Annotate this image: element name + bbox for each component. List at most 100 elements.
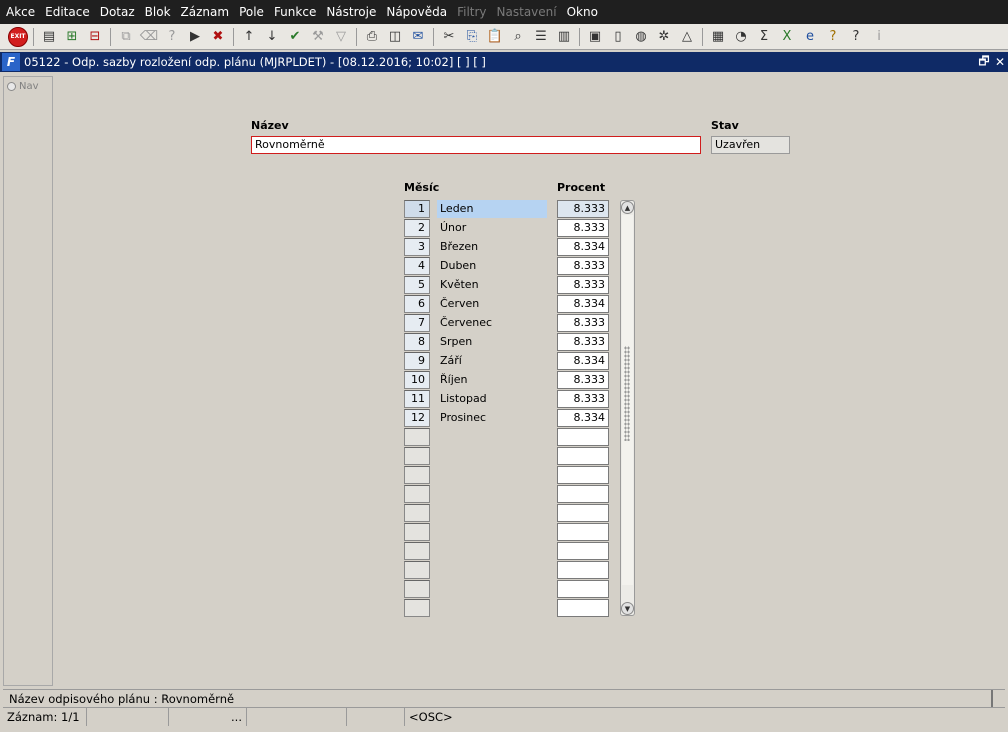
month-number-field[interactable]: 4: [404, 257, 430, 275]
menu-item-3[interactable]: Blok: [145, 5, 171, 19]
save-icon[interactable]: ▤: [39, 27, 59, 47]
filter-icon[interactable]: ▽: [331, 27, 351, 47]
menu-item-1[interactable]: Editace: [45, 5, 90, 19]
menu-item-4[interactable]: Záznam: [181, 5, 230, 19]
copy-icon[interactable]: ⎘: [462, 27, 482, 47]
excel-icon[interactable]: X: [777, 27, 797, 47]
mail-icon[interactable]: ✉: [408, 27, 428, 47]
ie-icon[interactable]: e: [800, 27, 820, 47]
percent-field[interactable]: [557, 561, 609, 579]
document-icon[interactable]: ▯: [608, 27, 628, 47]
month-number-field[interactable]: 1: [404, 200, 430, 218]
stav-field[interactable]: Uzavřen: [711, 136, 790, 154]
menu-item-7[interactable]: Nástroje: [326, 5, 376, 19]
sort-asc-icon[interactable]: ↑: [239, 27, 259, 47]
percent-field[interactable]: [557, 599, 609, 617]
duplicate-icon[interactable]: ⧉: [116, 27, 136, 47]
indent-icon[interactable]: ☰: [531, 27, 551, 47]
menu-item-8[interactable]: Nápověda: [386, 5, 447, 19]
percent-field[interactable]: 8.333: [557, 219, 609, 237]
columns-icon[interactable]: ▥: [554, 27, 574, 47]
delete-record-icon[interactable]: ⊟: [85, 27, 105, 47]
info-icon[interactable]: i: [869, 27, 889, 47]
query-icon[interactable]: ?: [162, 27, 182, 47]
globe-icon[interactable]: ◍: [631, 27, 651, 47]
scroll-up-icon[interactable]: ▲: [621, 201, 634, 214]
percent-field[interactable]: 8.334: [557, 352, 609, 370]
month-number-field[interactable]: 3: [404, 238, 430, 256]
percent-field[interactable]: 8.333: [557, 200, 609, 218]
settings-wheel-icon[interactable]: ✲: [654, 27, 674, 47]
commit-check-icon[interactable]: ✔: [285, 27, 305, 47]
menu-item-6[interactable]: Funkce: [274, 5, 316, 19]
scroll-down-icon[interactable]: ▼: [621, 602, 634, 615]
close-window-icon[interactable]: ✕: [992, 55, 1008, 69]
percent-field[interactable]: [557, 580, 609, 598]
month-number-field[interactable]: [404, 599, 430, 617]
percent-field[interactable]: 8.333: [557, 371, 609, 389]
month-number-field[interactable]: 10: [404, 371, 430, 389]
month-number-field[interactable]: 9: [404, 352, 430, 370]
find-icon[interactable]: ⌕: [508, 27, 528, 47]
month-number-field[interactable]: [404, 504, 430, 522]
nazev-field[interactable]: Rovnoměrně: [251, 136, 701, 154]
percent-field[interactable]: [557, 542, 609, 560]
clear-icon[interactable]: ⌫: [139, 27, 159, 47]
percent-field[interactable]: [557, 466, 609, 484]
month-number-field[interactable]: [404, 447, 430, 465]
menu-item-9[interactable]: Filtry: [457, 5, 486, 19]
month-number-field[interactable]: [404, 542, 430, 560]
menu-item-11[interactable]: Okno: [567, 5, 598, 19]
print-preview-icon[interactable]: ◫: [385, 27, 405, 47]
month-number-field[interactable]: [404, 523, 430, 541]
sort-desc-icon[interactable]: ↓: [262, 27, 282, 47]
percent-field[interactable]: [557, 523, 609, 541]
percent-field[interactable]: [557, 504, 609, 522]
month-number-field[interactable]: [404, 561, 430, 579]
chart-icon[interactable]: ▦: [708, 27, 728, 47]
cut-icon[interactable]: ✂: [439, 27, 459, 47]
nav-button[interactable]: Nav: [7, 81, 39, 92]
cancel-query-icon[interactable]: ✖: [208, 27, 228, 47]
menu-item-2[interactable]: Dotaz: [100, 5, 135, 19]
percent-field[interactable]: 8.334: [557, 409, 609, 427]
month-number-field[interactable]: 5: [404, 276, 430, 294]
percent-field[interactable]: [557, 485, 609, 503]
percent-field[interactable]: 8.334: [557, 295, 609, 313]
help-context-icon[interactable]: ?: [823, 27, 843, 47]
dial-icon[interactable]: ◔: [731, 27, 751, 47]
scrollbar-grip-icon[interactable]: [624, 346, 630, 441]
month-number-field[interactable]: 11: [404, 390, 430, 408]
insert-record-icon[interactable]: ⊞: [62, 27, 82, 47]
month-number-field[interactable]: [404, 428, 430, 446]
percent-field[interactable]: [557, 447, 609, 465]
month-number-field[interactable]: 6: [404, 295, 430, 313]
tools-icon[interactable]: ⚒: [308, 27, 328, 47]
month-number-field[interactable]: [404, 466, 430, 484]
menu-item-5[interactable]: Pole: [239, 5, 264, 19]
percent-field[interactable]: [557, 428, 609, 446]
paste-icon[interactable]: 📋: [485, 27, 505, 47]
menu-item-10[interactable]: Nastavení: [497, 5, 557, 19]
execute-query-icon[interactable]: ▶: [185, 27, 205, 47]
month-number-field[interactable]: [404, 485, 430, 503]
percent-field[interactable]: 8.333: [557, 314, 609, 332]
grid-scrollbar[interactable]: ▲ ▼: [620, 200, 635, 616]
percent-field[interactable]: 8.333: [557, 276, 609, 294]
help-icon[interactable]: ?: [846, 27, 866, 47]
attach-icon[interactable]: ▣: [585, 27, 605, 47]
month-number-field[interactable]: 8: [404, 333, 430, 351]
percent-field[interactable]: 8.334: [557, 238, 609, 256]
percent-field[interactable]: 8.333: [557, 390, 609, 408]
month-number-field[interactable]: 7: [404, 314, 430, 332]
month-number-field[interactable]: 12: [404, 409, 430, 427]
exit-icon[interactable]: EXIT: [8, 26, 28, 47]
month-number-field[interactable]: [404, 580, 430, 598]
percent-field[interactable]: 8.333: [557, 257, 609, 275]
percent-field[interactable]: 8.333: [557, 333, 609, 351]
menu-item-0[interactable]: Akce: [6, 5, 35, 19]
print-icon[interactable]: ⎙: [362, 27, 382, 47]
restore-window-icon[interactable]: 🗗: [976, 52, 992, 73]
triangle-icon[interactable]: △: [677, 27, 697, 47]
sigma-icon[interactable]: Σ: [754, 27, 774, 47]
